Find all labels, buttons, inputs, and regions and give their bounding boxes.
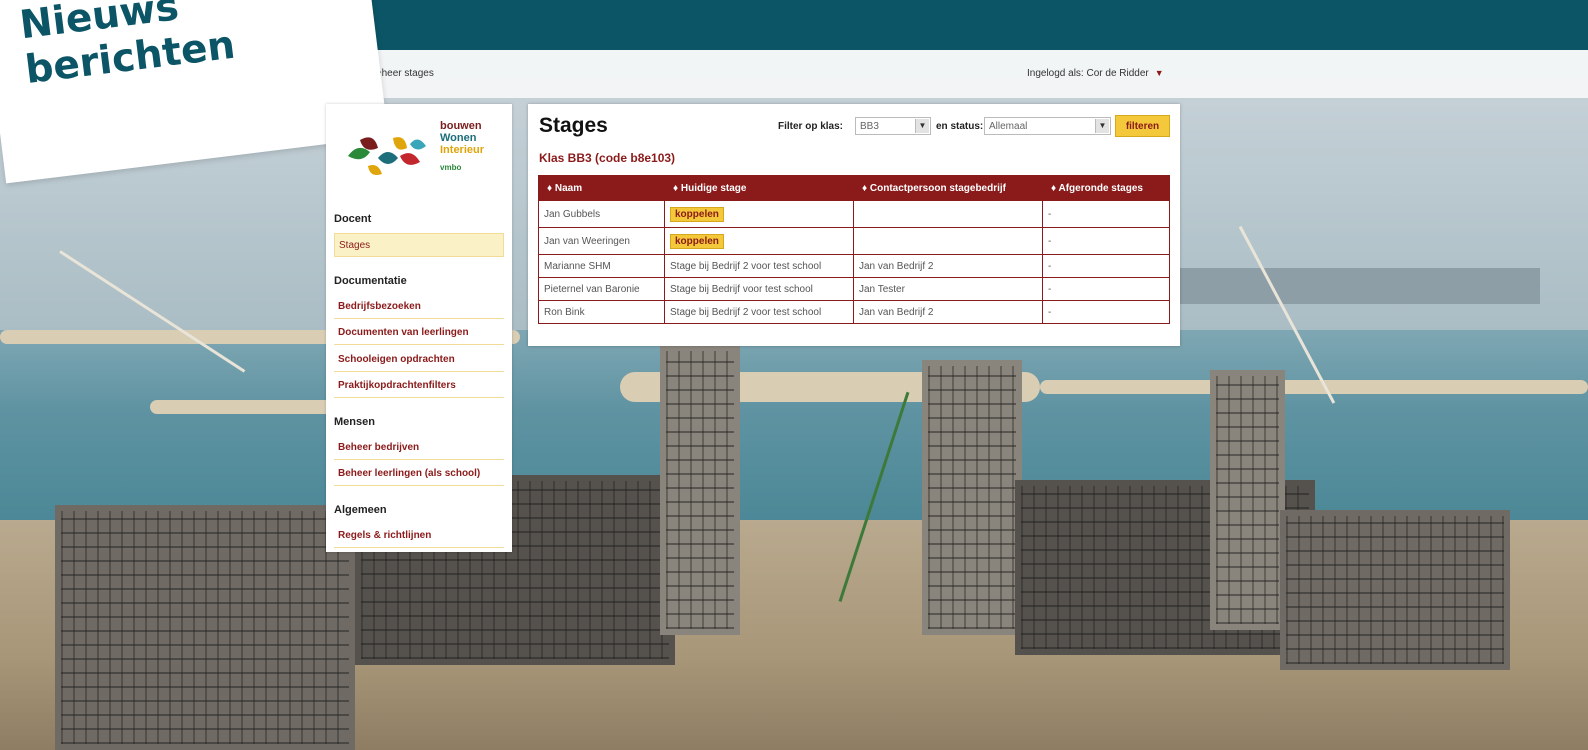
current-stage-cell: koppelen [664, 227, 854, 255]
sidebar-item-beheer-bedrijven[interactable]: Beheer bedrijven [334, 436, 504, 460]
distant-skyline [1180, 268, 1540, 304]
contact-person: Jan Tester [853, 277, 1043, 301]
column-header-contactpersoon[interactable]: ♦ Contactpersoon stagebedrijf [853, 175, 1043, 201]
contact-person: Jan van Bedrijf 2 [853, 300, 1043, 324]
sidebar-section-algemeen: Algemeen [334, 504, 387, 516]
current-stage[interactable]: Stage bij Bedrijf voor test school [664, 277, 854, 301]
sidebar-section-documentatie: Documentatie [334, 275, 407, 287]
filter-button[interactable]: filteren [1115, 115, 1170, 137]
tower [1210, 370, 1285, 630]
student-name: Ron Bink [538, 300, 665, 324]
student-name: Jan Gubbels [538, 200, 665, 228]
class-select[interactable]: BB3 ▼ [855, 117, 931, 135]
sidebar-item-documenten[interactable]: Documenten van leerlingen [334, 321, 504, 345]
news-title: Nieuws berichten [17, 0, 286, 93]
column-header-huidige-stage[interactable]: ♦ Huidige stage [664, 175, 854, 201]
column-header-afgeronde-stages[interactable]: ♦ Afgeronde stages [1042, 175, 1170, 201]
sidebar-item-praktijkopdrachtenfilters[interactable]: Praktijkopdrachtenfilters [334, 374, 504, 398]
sidebar-item-bedrijfsbezoeken[interactable]: Bedrijfsbezoeken [334, 295, 504, 319]
chevron-down-icon: ▼ [1095, 119, 1109, 133]
student-name: Pieternel van Baronie [538, 277, 665, 301]
chevron-down-icon: ▼ [915, 119, 929, 133]
chevron-down-icon: ▼ [1154, 68, 1164, 78]
sand-strip [150, 400, 350, 414]
sidebar-item-beheer-leerlingen[interactable]: Beheer leerlingen (als school) [334, 462, 504, 486]
sidebar-item-regels[interactable]: Regels & richtlijnen [334, 524, 504, 548]
table-row: Ron Bink Stage bij Bedrijf 2 voor test s… [538, 300, 1170, 324]
contact-person [853, 200, 1043, 228]
class-subtitle: Klas BB3 (code b8e103) [539, 151, 676, 165]
tower [922, 360, 1022, 635]
filter-status-label: en status: [936, 121, 984, 132]
building [1280, 510, 1510, 670]
sidebar-item-schooleigen-opdrachten[interactable]: Schooleigen opdrachten [334, 348, 504, 372]
logo-text: bouwen Wonen Interieur vmbo [440, 120, 485, 172]
table-row: Jan van Weeringen koppelen - [538, 227, 1170, 255]
completed-stages: - [1042, 254, 1170, 278]
status-select-value: Allemaal [989, 121, 1028, 132]
sea [0, 330, 1588, 530]
current-stage[interactable]: Stage bij Bedrijf 2 voor test school [664, 300, 854, 324]
student-name: Marianne SHM [538, 254, 665, 278]
completed-stages: - [1042, 227, 1170, 255]
table-row: Jan Gubbels koppelen - [538, 200, 1170, 228]
building [55, 505, 355, 750]
filter-class-label: Filter op klas: [778, 121, 844, 132]
sidebar-section-docent: Docent [334, 213, 372, 225]
completed-stages: - [1042, 200, 1170, 228]
status-select[interactable]: Allemaal ▼ [984, 117, 1111, 135]
page-title: Stages [539, 114, 608, 137]
current-stage[interactable]: Stage bij Bedrijf 2 voor test school [664, 254, 854, 278]
contact-person: Jan van Bedrijf 2 [853, 254, 1043, 278]
koppelen-button[interactable]: koppelen [670, 233, 724, 249]
table-row: Pieternel van Baronie Stage bij Bedrijf … [538, 277, 1170, 301]
class-select-value: BB3 [860, 121, 879, 132]
table-row: Marianne SHM Stage bij Bedrijf 2 voor te… [538, 254, 1170, 278]
tower [660, 345, 740, 635]
completed-stages: - [1042, 300, 1170, 324]
sand-strip [1040, 380, 1588, 394]
completed-stages: - [1042, 277, 1170, 301]
koppelen-button[interactable]: koppelen [670, 206, 724, 222]
contact-person [853, 227, 1043, 255]
login-text: Ingelogd als: Cor de Ridder [1027, 68, 1149, 79]
student-name: Jan van Weeringen [538, 227, 665, 255]
sidebar-item-stages[interactable]: Stages [334, 233, 504, 257]
login-menu[interactable]: Ingelogd als: Cor de Ridder ▼ [1027, 68, 1164, 79]
current-stage-cell: koppelen [664, 200, 854, 228]
table-header-row: ♦ Naam ♦ Huidige stage ♦ Contactpersoon … [538, 175, 1170, 201]
breadcrumb-bar [320, 50, 1588, 98]
sidebar-section-mensen: Mensen [334, 416, 375, 428]
column-header-naam[interactable]: ♦ Naam [538, 175, 665, 201]
stages-table: ♦ Naam ♦ Huidige stage ♦ Contactpersoon … [538, 175, 1170, 324]
